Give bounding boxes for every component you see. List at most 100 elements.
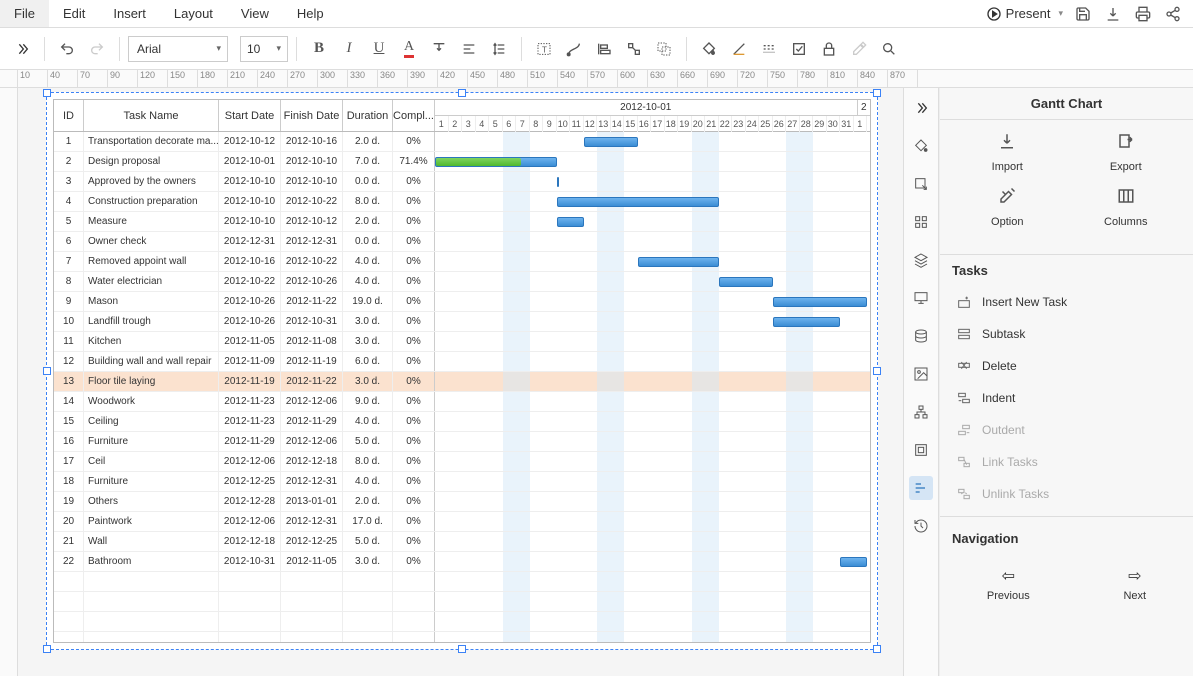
cell-end[interactable]: 2012-12-18 xyxy=(281,452,343,471)
present-button[interactable]: Present ▾ xyxy=(986,6,1063,22)
cell-start[interactable]: 2012-11-19 xyxy=(219,372,281,391)
cell-start[interactable]: 2012-12-31 xyxy=(219,232,281,251)
cell-id[interactable]: 9 xyxy=(54,292,84,311)
task-action-delete[interactable]: Delete xyxy=(940,350,1193,382)
table-row[interactable]: 6 Owner check 2012-12-31 2012-12-31 0.0 … xyxy=(54,232,870,252)
option-button[interactable]: Option xyxy=(952,187,1062,228)
table-row[interactable]: 20 Paintwork 2012-12-06 2012-12-31 17.0 … xyxy=(54,512,870,532)
cell-start[interactable]: 2012-10-12 xyxy=(219,132,281,151)
table-row[interactable]: 22 Bathroom 2012-10-31 2012-11-05 3.0 d.… xyxy=(54,552,870,572)
cell-end[interactable]: 2012-12-31 xyxy=(281,472,343,491)
timeline-cell[interactable] xyxy=(435,332,870,351)
shape-export-icon[interactable] xyxy=(909,172,933,196)
cell-duration[interactable]: 3.0 d. xyxy=(343,332,393,351)
timeline-cell[interactable] xyxy=(435,412,870,431)
italic-icon[interactable]: I xyxy=(335,35,363,63)
cell-id[interactable]: 22 xyxy=(54,552,84,571)
cell-duration[interactable]: 0.0 d. xyxy=(343,172,393,191)
timeline-cell[interactable] xyxy=(435,132,870,151)
timeline-cell[interactable] xyxy=(435,432,870,451)
cell-start[interactable]: 2012-10-01 xyxy=(219,152,281,171)
cell-end[interactable]: 2012-10-26 xyxy=(281,272,343,291)
table-row[interactable]: 11 Kitchen 2012-11-05 2012-11-08 3.0 d. … xyxy=(54,332,870,352)
timeline-cell[interactable] xyxy=(435,152,870,171)
cell-start[interactable]: 2012-12-18 xyxy=(219,532,281,551)
resize-handle[interactable] xyxy=(43,89,51,97)
cell-name[interactable]: Others xyxy=(84,492,219,511)
table-row[interactable]: 16 Furniture 2012-11-29 2012-12-06 5.0 d… xyxy=(54,432,870,452)
resize-handle[interactable] xyxy=(458,645,466,653)
table-row[interactable]: 9 Mason 2012-10-26 2012-11-22 19.0 d. 0% xyxy=(54,292,870,312)
cell-start[interactable]: 2012-10-16 xyxy=(219,252,281,271)
timeline-cell[interactable] xyxy=(435,512,870,531)
cell-duration[interactable]: 2.0 d. xyxy=(343,492,393,511)
table-row[interactable]: 1 Transportation decorate ma... 2012-10-… xyxy=(54,132,870,152)
cell-start[interactable]: 2012-12-28 xyxy=(219,492,281,511)
resize-handle[interactable] xyxy=(873,367,881,375)
cell-id[interactable]: 7 xyxy=(54,252,84,271)
distribute-icon[interactable] xyxy=(620,35,648,63)
download-icon[interactable] xyxy=(1103,4,1123,24)
fill-color-icon[interactable] xyxy=(695,35,723,63)
table-row[interactable]: 21 Wall 2012-12-18 2012-12-25 5.0 d. 0% xyxy=(54,532,870,552)
timeline-cell[interactable] xyxy=(435,352,870,371)
table-row[interactable]: 5 Measure 2012-10-10 2012-10-12 2.0 d. 0… xyxy=(54,212,870,232)
cell-duration[interactable]: 19.0 d. xyxy=(343,292,393,311)
gantt-bar[interactable] xyxy=(840,557,867,567)
resize-handle[interactable] xyxy=(873,89,881,97)
cell-completion[interactable]: 0% xyxy=(393,172,435,191)
cell-id[interactable]: 20 xyxy=(54,512,84,531)
table-row[interactable]: 4 Construction preparation 2012-10-10 20… xyxy=(54,192,870,212)
cell-completion[interactable]: 0% xyxy=(393,252,435,271)
group-icon[interactable] xyxy=(650,35,678,63)
cell-end[interactable]: 2012-10-16 xyxy=(281,132,343,151)
cell-id[interactable]: 15 xyxy=(54,412,84,431)
column-header-start[interactable]: Start Date xyxy=(219,100,281,131)
lock-icon[interactable] xyxy=(815,35,843,63)
table-row[interactable]: 3 Approved by the owners 2012-10-10 2012… xyxy=(54,172,870,192)
cell-completion[interactable]: 0% xyxy=(393,532,435,551)
table-row[interactable]: 12 Building wall and wall repair 2012-11… xyxy=(54,352,870,372)
cell-name[interactable]: Paintwork xyxy=(84,512,219,531)
resize-handle[interactable] xyxy=(873,645,881,653)
cell-end[interactable]: 2012-12-31 xyxy=(281,512,343,531)
database-icon[interactable] xyxy=(909,324,933,348)
next-button[interactable]: ⇨Next xyxy=(1123,566,1146,602)
cell-completion[interactable]: 0% xyxy=(393,512,435,531)
cell-start[interactable]: 2012-11-23 xyxy=(219,412,281,431)
gantt-bar[interactable] xyxy=(584,137,638,147)
cell-end[interactable]: 2012-11-19 xyxy=(281,352,343,371)
gantt-bar[interactable] xyxy=(719,277,773,287)
cell-end[interactable]: 2012-11-29 xyxy=(281,412,343,431)
resize-handle[interactable] xyxy=(458,89,466,97)
underline-icon[interactable]: U xyxy=(365,35,393,63)
timeline-cell[interactable] xyxy=(435,252,870,271)
cell-end[interactable]: 2012-10-22 xyxy=(281,192,343,211)
cell-duration[interactable]: 17.0 d. xyxy=(343,512,393,531)
cell-completion[interactable]: 0% xyxy=(393,472,435,491)
cell-completion[interactable]: 0% xyxy=(393,272,435,291)
line-spacing-icon[interactable] xyxy=(485,35,513,63)
cell-name[interactable]: Ceil xyxy=(84,452,219,471)
cell-start[interactable]: 2012-10-10 xyxy=(219,192,281,211)
history-icon[interactable] xyxy=(909,514,933,538)
expand-strip-icon[interactable] xyxy=(909,96,933,120)
cell-completion[interactable]: 0% xyxy=(393,372,435,391)
cell-id[interactable]: 8 xyxy=(54,272,84,291)
cell-duration[interactable]: 7.0 d. xyxy=(343,152,393,171)
cell-id[interactable]: 4 xyxy=(54,192,84,211)
cell-start[interactable]: 2012-10-26 xyxy=(219,312,281,331)
undo-icon[interactable] xyxy=(53,35,81,63)
cell-name[interactable]: Design proposal xyxy=(84,152,219,171)
table-row[interactable]: 19 Others 2012-12-28 2013-01-01 2.0 d. 0… xyxy=(54,492,870,512)
image-icon[interactable] xyxy=(909,362,933,386)
cell-duration[interactable]: 3.0 d. xyxy=(343,552,393,571)
timeline-cell[interactable] xyxy=(435,392,870,411)
table-row[interactable]: 18 Furniture 2012-12-25 2012-12-31 4.0 d… xyxy=(54,472,870,492)
checkbox-icon[interactable] xyxy=(785,35,813,63)
timeline-cell[interactable] xyxy=(435,492,870,511)
columns-button[interactable]: Columns xyxy=(1071,187,1181,228)
timeline-cell[interactable] xyxy=(435,532,870,551)
menu-layout[interactable]: Layout xyxy=(160,0,227,27)
cell-id[interactable]: 11 xyxy=(54,332,84,351)
